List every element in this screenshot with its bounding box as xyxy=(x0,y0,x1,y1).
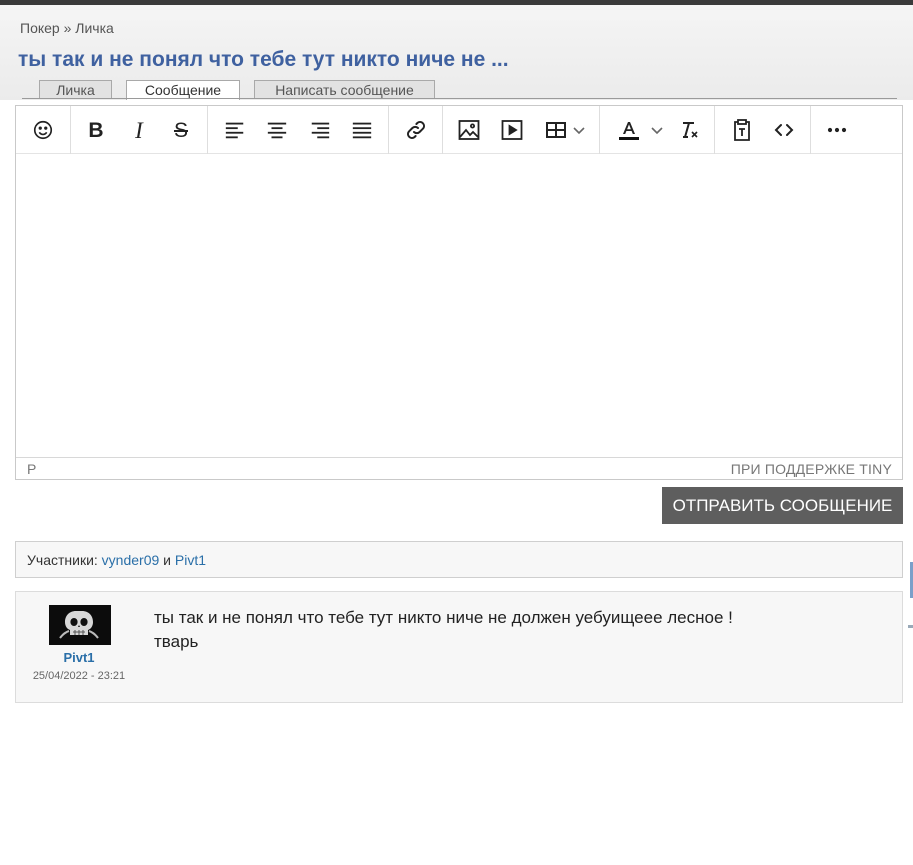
page-title: ты так и не понял что тебе тут никто нич… xyxy=(18,48,509,71)
link-icon xyxy=(407,121,425,139)
bold-icon: B xyxy=(88,118,104,142)
toolbar-separator xyxy=(70,106,71,154)
message-author-link[interactable]: Pivt1 xyxy=(16,650,142,665)
editor-statusbar: P ПРИ ПОДДЕРЖКЕ TINY xyxy=(16,457,902,479)
more-icon xyxy=(827,127,847,133)
text-color-button[interactable] xyxy=(611,114,669,146)
breadcrumb-separator: » xyxy=(63,20,72,36)
strikethrough-icon: S xyxy=(173,118,188,142)
toolbar-separator xyxy=(207,106,208,154)
participants-conjunction: и xyxy=(163,552,171,568)
breadcrumb-root-link[interactable]: Покер xyxy=(20,20,60,36)
editor-toolbar: B I S xyxy=(16,106,902,154)
table-icon xyxy=(546,122,566,138)
align-right-icon xyxy=(311,122,330,139)
skull-icon xyxy=(49,605,111,645)
source-code-icon xyxy=(774,124,794,136)
align-justify-icon xyxy=(352,122,372,139)
link-button[interactable] xyxy=(399,114,433,146)
breadcrumb: Покер » Личка xyxy=(20,20,114,36)
align-center-icon xyxy=(267,122,287,139)
element-path[interactable]: P xyxy=(27,461,36,477)
emoji-button[interactable] xyxy=(26,114,60,146)
scroll-indicator xyxy=(908,625,913,628)
paste-text-icon xyxy=(734,119,750,141)
align-right-button[interactable] xyxy=(303,114,337,146)
toolbar-separator xyxy=(810,106,811,154)
italic-button[interactable]: I xyxy=(122,114,156,146)
toolbar-separator xyxy=(599,106,600,154)
breadcrumb-current-link[interactable]: Личка xyxy=(75,20,114,36)
chevron-down-icon xyxy=(651,127,663,135)
text-color-icon xyxy=(619,122,639,140)
message-item: Pivt1 25/04/2022 - 23:21 ты так и не пон… xyxy=(15,591,903,703)
rich-text-editor: B I S P ПРИ ПОДДЕРЖКЕ TINY xyxy=(15,105,903,480)
participant-link-vynder09[interactable]: vynder09 xyxy=(102,552,160,568)
more-button[interactable] xyxy=(820,114,854,146)
table-button[interactable] xyxy=(541,114,589,146)
editor-content-area[interactable] xyxy=(16,155,902,457)
emoji-icon xyxy=(33,120,53,140)
message-body: ты так и не понял что тебе тут никто нич… xyxy=(154,606,733,654)
align-left-button[interactable] xyxy=(218,114,252,146)
participant-link-pivt1[interactable]: Pivt1 xyxy=(175,552,206,568)
insert-media-button[interactable] xyxy=(495,114,529,146)
tab-write-message[interactable]: Написать сообщение xyxy=(254,80,435,99)
tab-lichka[interactable]: Личка xyxy=(39,80,112,99)
toolbar-separator xyxy=(388,106,389,154)
tiny-branding-link[interactable]: ПРИ ПОДДЕРЖКЕ TINY xyxy=(731,461,892,477)
image-icon xyxy=(458,120,480,140)
chevron-down-icon xyxy=(573,127,585,135)
message-line-2: тварь xyxy=(154,632,199,651)
participants-box: Участники: vynder09 и Pivt1 xyxy=(15,541,903,578)
toolbar-separator xyxy=(442,106,443,154)
tab-message[interactable]: Сообщение xyxy=(126,80,240,100)
italic-icon: I xyxy=(135,117,143,143)
message-date: 25/04/2022 - 23:21 xyxy=(32,670,126,682)
clear-format-icon xyxy=(683,122,698,138)
align-left-icon xyxy=(225,122,244,139)
source-code-button[interactable] xyxy=(767,114,801,146)
send-message-button[interactable]: ОТПРАВИТЬ СООБЩЕНИЕ xyxy=(662,487,903,524)
clear-formatting-button[interactable] xyxy=(672,114,706,146)
align-justify-button[interactable] xyxy=(345,114,379,146)
bold-button[interactable]: B xyxy=(79,114,113,146)
insert-image-button[interactable] xyxy=(452,114,486,146)
align-center-button[interactable] xyxy=(260,114,294,146)
paste-as-text-button[interactable] xyxy=(725,114,759,146)
participants-label: Участники: xyxy=(27,552,98,568)
toolbar-separator xyxy=(714,106,715,154)
media-icon xyxy=(501,120,523,140)
message-line-1: ты так и не понял что тебе тут никто нич… xyxy=(154,608,733,627)
avatar[interactable] xyxy=(49,605,111,645)
tabs-divider xyxy=(22,98,897,99)
strikethrough-button[interactable]: S xyxy=(164,114,198,146)
